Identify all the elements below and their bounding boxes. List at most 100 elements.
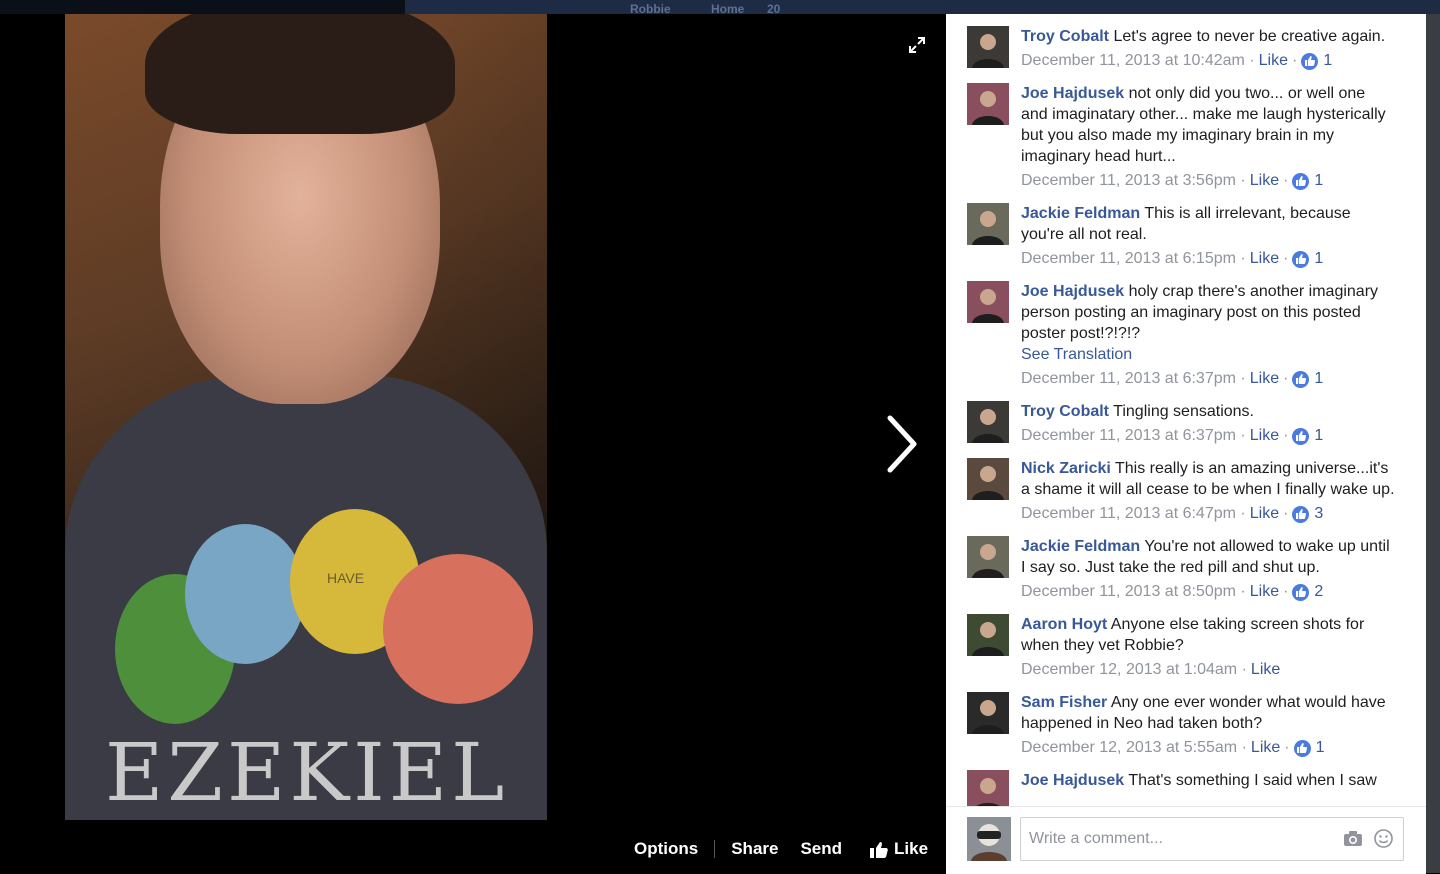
commenter-name[interactable]: Joe Hajdusek (1021, 772, 1124, 789)
photo-hair (145, 14, 455, 134)
reaction-count[interactable]: 2 (1292, 582, 1323, 602)
shirt-red-circle (383, 554, 533, 704)
commenter-avatar[interactable] (967, 536, 1009, 578)
meta-separator: · (1283, 583, 1289, 600)
comment-input[interactable] (1027, 829, 1331, 849)
like-reaction-icon (1292, 583, 1310, 601)
comment-timestamp[interactable]: December 11, 2013 at 6:15pm (1021, 249, 1236, 269)
comments-panel: Troy Cobalt Let's agree to never be crea… (946, 14, 1426, 874)
commenter-avatar[interactable] (967, 26, 1009, 68)
commenter-name[interactable]: Joe Hajdusek (1021, 85, 1124, 102)
comment-like-link[interactable]: Like (1251, 738, 1280, 758)
send-button[interactable]: Send (792, 839, 856, 859)
commenter-avatar[interactable] (967, 83, 1009, 125)
commenter-name[interactable]: Troy Cobalt (1021, 403, 1109, 420)
reaction-count[interactable]: 1 (1301, 51, 1332, 71)
meta-separator: · (1244, 52, 1255, 69)
shirt-small-text: HAVE (327, 570, 365, 586)
comment-timestamp[interactable]: December 11, 2013 at 6:47pm (1021, 504, 1236, 524)
comment-timestamp[interactable]: December 11, 2013 at 6:37pm (1021, 426, 1236, 446)
reaction-count-value: 3 (1314, 505, 1324, 522)
reaction-count-value: 2 (1314, 583, 1324, 600)
meta-separator: · (1237, 739, 1247, 756)
commenter-name[interactable]: Sam Fisher (1021, 694, 1107, 711)
comment-like-link[interactable]: Like (1250, 426, 1279, 446)
comment-item: Joe Hajdusek holy crap there's another i… (946, 269, 1426, 389)
meta-separator: · (1283, 370, 1289, 387)
comment-meta: December 11, 2013 at 6:47pm · Like · 3 (1021, 504, 1396, 524)
comment-timestamp[interactable]: December 11, 2013 at 6:37pm (1021, 369, 1236, 389)
see-translation-link[interactable]: See Translation (1021, 344, 1396, 365)
comment-meta: December 11, 2013 at 10:42am · Like · 1 (1021, 51, 1396, 71)
comment-item: Joe Hajdusek That's something I said whe… (946, 758, 1426, 806)
commenter-avatar[interactable] (967, 203, 1009, 245)
meta-separator: · (1283, 505, 1289, 522)
comment-text: Let's agree to never be creative again. (1113, 28, 1386, 45)
camera-icon[interactable] (1343, 830, 1363, 852)
action-divider (714, 840, 716, 858)
comment-input-box[interactable] (1020, 817, 1404, 861)
commenter-name[interactable]: Joe Hajdusek (1021, 283, 1124, 300)
commenter-name[interactable]: Nick Zaricki (1021, 460, 1111, 477)
options-button[interactable]: Options (620, 839, 712, 859)
comment-text: That's something I said when I saw (1128, 772, 1377, 789)
comment-like-link[interactable]: Like (1251, 660, 1280, 680)
meta-separator: · (1283, 427, 1289, 444)
comment-timestamp[interactable]: December 11, 2013 at 8:50pm (1021, 582, 1236, 602)
reaction-count[interactable]: 3 (1292, 504, 1323, 524)
comment-item: Troy Cobalt Tingling sensations. December… (946, 389, 1426, 446)
photo-action-bar: Options Share Send Like (620, 834, 942, 864)
meta-separator: · (1283, 172, 1289, 189)
reaction-count[interactable]: 1 (1292, 249, 1323, 269)
comment-timestamp[interactable]: December 11, 2013 at 10:42am (1021, 51, 1245, 71)
reaction-count[interactable]: 1 (1292, 426, 1323, 446)
comment-like-link[interactable]: Like (1250, 369, 1279, 389)
reaction-count[interactable]: 1 (1293, 738, 1325, 758)
like-reaction-icon (1292, 427, 1310, 445)
comment-meta: December 12, 2013 at 5:55am · Like · 1 (1021, 738, 1396, 758)
comment-meta: December 11, 2013 at 6:37pm · Like · 1 (1021, 426, 1396, 446)
meta-separator: · (1283, 250, 1289, 267)
comment-meta: December 12, 2013 at 1:04am · Like (1021, 660, 1396, 680)
fullscreen-icon[interactable] (908, 36, 926, 54)
like-reaction-icon (1292, 505, 1310, 523)
commenter-name[interactable]: Jackie Feldman (1021, 538, 1140, 555)
like-button[interactable]: Like (856, 839, 942, 859)
commenter-avatar[interactable] (967, 458, 1009, 500)
comment-like-link[interactable]: Like (1250, 582, 1279, 602)
comment-list[interactable]: Troy Cobalt Let's agree to never be crea… (946, 14, 1426, 806)
commenter-name[interactable]: Jackie Feldman (1021, 205, 1140, 222)
comment-item: Joe Hajdusek not only did you two... or … (946, 71, 1426, 191)
meta-separator: · (1235, 427, 1246, 444)
commenter-avatar[interactable] (967, 770, 1009, 806)
reaction-count[interactable]: 1 (1292, 171, 1323, 191)
comment-like-link[interactable]: Like (1259, 51, 1288, 71)
comment-body: Nick Zaricki This really is an amazing u… (1021, 458, 1396, 500)
comment-timestamp[interactable]: December 12, 2013 at 1:04am (1021, 660, 1237, 680)
emoji-icon[interactable] (1374, 829, 1393, 853)
commenter-avatar[interactable] (967, 281, 1009, 323)
comment-body: Joe Hajdusek not only did you two... or … (1021, 83, 1396, 167)
comment-timestamp[interactable]: December 12, 2013 at 5:55am (1021, 738, 1237, 758)
next-photo-arrow-icon[interactable] (880, 412, 924, 476)
commenter-avatar[interactable] (967, 401, 1009, 443)
commenter-name[interactable]: Troy Cobalt (1021, 28, 1109, 45)
meta-separator: · (1235, 583, 1246, 600)
reaction-count-value: 1 (1314, 427, 1324, 444)
photo[interactable]: HAVE EZEKIEL (65, 14, 547, 820)
comment-body: Joe Hajdusek holy crap there's another i… (1021, 281, 1396, 365)
comment-like-link[interactable]: Like (1250, 249, 1279, 269)
comment-timestamp[interactable]: December 11, 2013 at 3:56pm (1021, 171, 1236, 191)
like-reaction-icon (1301, 52, 1319, 70)
commenter-name[interactable]: Aaron Hoyt (1021, 616, 1107, 633)
comment-like-link[interactable]: Like (1250, 171, 1279, 191)
comment-meta: December 11, 2013 at 8:50pm · Like · 2 (1021, 582, 1396, 602)
reaction-count[interactable]: 1 (1292, 369, 1323, 389)
comment-like-link[interactable]: Like (1250, 504, 1279, 524)
like-reaction-icon (1292, 250, 1310, 268)
composer-avatar (967, 817, 1011, 861)
share-button[interactable]: Share (717, 839, 792, 859)
commenter-avatar[interactable] (967, 614, 1009, 656)
thumbs-up-icon (870, 841, 888, 858)
commenter-avatar[interactable] (967, 692, 1009, 734)
